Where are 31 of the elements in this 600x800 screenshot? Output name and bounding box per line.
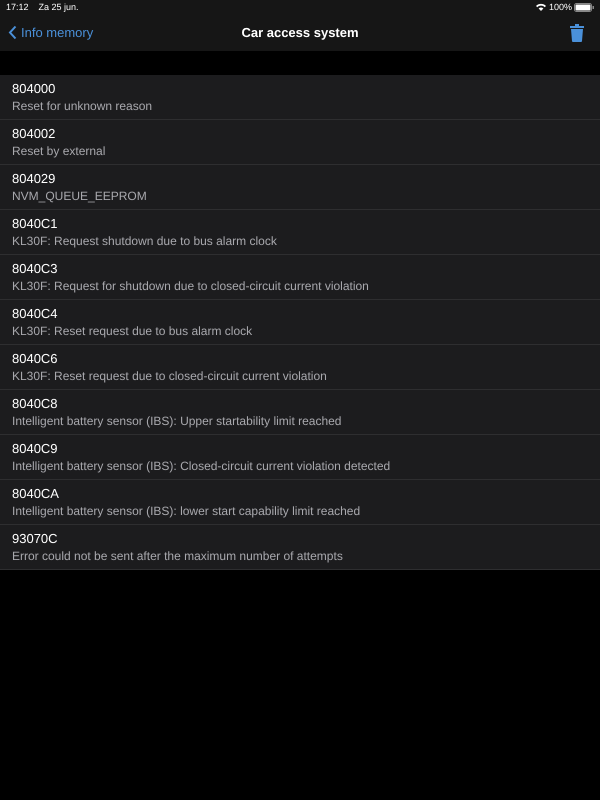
fault-code: 8040C9 bbox=[12, 441, 59, 456]
fault-description: Reset for unknown reason bbox=[12, 99, 154, 113]
status-time: 17:12 bbox=[6, 2, 29, 12]
wifi-icon bbox=[536, 3, 546, 11]
fault-code: 8040C8 bbox=[12, 396, 59, 411]
fault-code: 8040C4 bbox=[12, 306, 59, 321]
fault-code: 804000 bbox=[12, 81, 56, 96]
battery-icon bbox=[574, 2, 594, 12]
fault-description: KL30F: Reset request due to closed-circuit current violation bbox=[12, 369, 328, 383]
fault-description: Intelligent battery sensor (IBS): Upper startability limit reached bbox=[12, 414, 342, 428]
fault-description: NVM_QUEUE_EEPROM bbox=[12, 189, 148, 203]
fault-description: KL30F: Request for shutdown due to closed-circuit current violation bbox=[12, 279, 370, 293]
fault-description: Reset by external bbox=[12, 144, 106, 158]
fault-code: 804029 bbox=[12, 171, 56, 186]
fault-code: 8040CA bbox=[12, 486, 60, 501]
fault-code: 8040C3 bbox=[12, 261, 59, 276]
fault-code: 804002 bbox=[12, 126, 56, 141]
fault-code: 93070C bbox=[12, 531, 59, 546]
battery-percent: 100% bbox=[548, 2, 572, 12]
status-date: Za 25 jun. bbox=[38, 2, 79, 12]
trash-icon bbox=[570, 24, 584, 42]
fault-description: Intelligent battery sensor (IBS): lower start capability limit reached bbox=[12, 504, 362, 518]
fault-description: Error could not be sent after the maximum number of attempts bbox=[12, 549, 344, 563]
fault-description: Intelligent battery sensor (IBS): Closed-circuit current violation detected bbox=[12, 459, 392, 473]
fault-description: KL30F: Request shutdown due to bus alarm clock bbox=[12, 234, 278, 248]
nav-title: Car access system bbox=[241, 25, 359, 40]
fault-code: 8040C6 bbox=[12, 351, 59, 366]
back-link[interactable]: Info memory bbox=[8, 25, 94, 40]
fault-code: 8040C1 bbox=[12, 216, 59, 231]
back-chevron-icon bbox=[8, 25, 17, 40]
fault-description: KL30F: Reset request due to bus alarm clock bbox=[12, 324, 254, 338]
